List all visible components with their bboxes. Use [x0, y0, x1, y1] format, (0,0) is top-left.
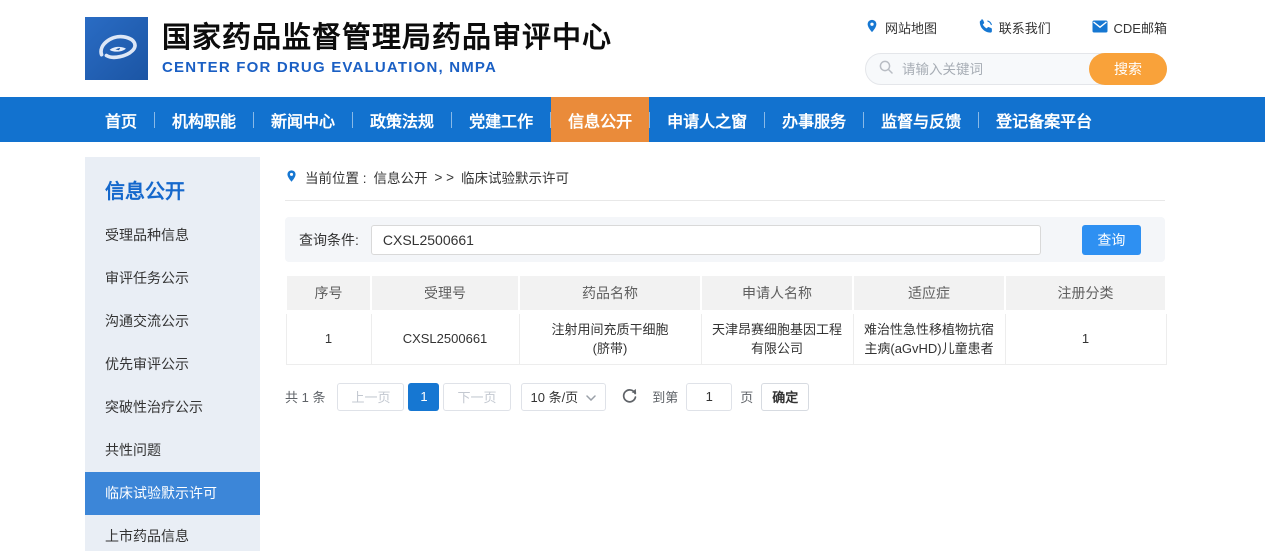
sidebar-item-clinical-trial-implied-license[interactable]: 临床试验默示许可 — [85, 472, 260, 515]
cde-logo[interactable]: 国家药品监督管理局药品审评中心 CENTER FOR DRUG EVALUATI… — [85, 17, 612, 80]
query-label: 查询条件: — [299, 230, 359, 250]
site-title: 国家药品监督管理局药品审评中心 — [162, 21, 612, 55]
refresh-button[interactable] — [621, 387, 638, 407]
cell-applicant: 天津昂赛细胞基因工程有限公司 — [701, 312, 853, 364]
goto-page-input[interactable] — [686, 383, 732, 411]
mailbox-link-label: CDE邮箱 — [1114, 18, 1167, 37]
cell-acceptance-no: CXSL2500661 — [371, 312, 519, 364]
nav-item-info-disclosure[interactable]: 信息公开 — [551, 97, 649, 142]
query-input[interactable] — [371, 225, 1041, 255]
query-panel: 查询条件: 查询 — [285, 217, 1165, 262]
cell-text: 难治性急性移植物抗宿主病(aGvHD)儿童患者 — [863, 320, 996, 358]
cell-text: 注射用间充质干细胞(脐带) — [549, 320, 671, 358]
cde-logo-mark-icon — [85, 17, 148, 80]
nav-item-party-building[interactable]: 党建工作 — [452, 97, 550, 142]
search-icon — [878, 59, 894, 80]
header-bar: 国家药品监督管理局药品审评中心 CENTER FOR DRUG EVALUATI… — [0, 0, 1265, 97]
results-table: 序号 受理号 药品名称 申请人名称 适应症 注册分类 1 CXSL2500661… — [285, 276, 1167, 365]
breadcrumb-separator: > > — [435, 170, 455, 185]
chevron-down-icon — [586, 389, 596, 404]
header-right: 网站地图 联系我们 CDE邮箱 搜索 — [865, 18, 1167, 85]
table-row: 1 CXSL2500661 注射用间充质干细胞(脐带) 天津昂赛细胞基因工程有限… — [286, 312, 1166, 364]
sidebar-item-accepted-varieties[interactable]: 受理品种信息 — [85, 214, 260, 257]
col-header-acceptance-no: 受理号 — [371, 276, 519, 312]
query-button[interactable]: 查询 — [1082, 225, 1141, 255]
goto-label: 到第 — [652, 387, 678, 406]
pagination: 共 1 条 上一页 1 下一页 10 条/页 到第 页 确定 — [285, 383, 1165, 411]
main-panel: 当前位置 : 信息公开 > > 临床试验默示许可 查询条件: 查询 序号 受理号… — [285, 157, 1165, 551]
site-search: 搜索 — [865, 53, 1167, 85]
main-nav: 首页 机构职能 新闻中心 政策法规 党建工作 信息公开 申请人之窗 办事服务 监… — [0, 97, 1265, 142]
sidebar-item-common-issues[interactable]: 共性问题 — [85, 429, 260, 472]
sidebar-item-review-tasks[interactable]: 审评任务公示 — [85, 257, 260, 300]
cell-text: 天津昂赛细胞基因工程有限公司 — [711, 320, 844, 358]
nav-item-registration-platform[interactable]: 登记备案平台 — [979, 97, 1109, 142]
nav-item-applicant-window[interactable]: 申请人之窗 — [650, 97, 764, 142]
phone-icon — [978, 19, 993, 37]
page-size-select[interactable]: 10 条/页 — [521, 383, 607, 411]
location-pin-icon — [865, 18, 879, 37]
col-header-drug-name: 药品名称 — [519, 276, 701, 312]
sidebar-title: 信息公开 — [85, 157, 260, 214]
sidebar-item-breakthrough-therapy[interactable]: 突破性治疗公示 — [85, 386, 260, 429]
total-count: 共 1 条 — [285, 387, 325, 406]
goto-suffix: 页 — [740, 387, 753, 406]
sidebar-item-priority-review[interactable]: 优先审评公示 — [85, 343, 260, 386]
nav-item-services[interactable]: 办事服务 — [765, 97, 863, 142]
nav-item-home[interactable]: 首页 — [88, 97, 154, 142]
nav-item-supervision-feedback[interactable]: 监督与反馈 — [864, 97, 978, 142]
breadcrumb: 当前位置 : 信息公开 > > 临床试验默示许可 — [285, 157, 1165, 201]
contact-link-label: 联系我们 — [999, 18, 1051, 37]
sidebar: 信息公开 受理品种信息 审评任务公示 沟通交流公示 优先审评公示 突破性治疗公示… — [85, 157, 260, 551]
breadcrumb-current: 临床试验默示许可 — [461, 167, 569, 187]
cell-seq: 1 — [286, 312, 371, 364]
cell-indication: 难治性急性移植物抗宿主病(aGvHD)儿童患者 — [853, 312, 1005, 364]
sidebar-item-communication[interactable]: 沟通交流公示 — [85, 300, 260, 343]
sitemap-link[interactable]: 网站地图 — [865, 18, 937, 37]
cell-text: 1 — [325, 329, 332, 348]
page-size-value: 10 条/页 — [531, 387, 579, 406]
col-header-indication: 适应症 — [853, 276, 1005, 312]
refresh-icon — [621, 387, 638, 407]
col-header-seq: 序号 — [286, 276, 371, 312]
content-area: 信息公开 受理品种信息 审评任务公示 沟通交流公示 优先审评公示 突破性治疗公示… — [0, 157, 1265, 551]
cell-text: CXSL2500661 — [403, 329, 488, 348]
nav-item-policies[interactable]: 政策法规 — [353, 97, 451, 142]
nav-item-functions[interactable]: 机构职能 — [155, 97, 253, 142]
brand-text: 国家药品监督管理局药品审评中心 CENTER FOR DRUG EVALUATI… — [162, 21, 612, 76]
table-header-row: 序号 受理号 药品名称 申请人名称 适应症 注册分类 — [286, 276, 1166, 312]
location-pin-icon — [285, 168, 298, 187]
sidebar-item-marketed-drugs[interactable]: 上市药品信息 — [85, 515, 260, 554]
mailbox-link[interactable]: CDE邮箱 — [1092, 18, 1167, 37]
envelope-icon — [1092, 20, 1108, 36]
quick-links: 网站地图 联系我们 CDE邮箱 — [865, 18, 1167, 37]
breadcrumb-prefix: 当前位置 : — [305, 167, 367, 187]
breadcrumb-section[interactable]: 信息公开 — [374, 167, 428, 187]
sitemap-link-label: 网站地图 — [885, 18, 937, 37]
nav-item-news[interactable]: 新闻中心 — [254, 97, 352, 142]
cell-drug-name: 注射用间充质干细胞(脐带) — [519, 312, 701, 364]
site-subtitle: CENTER FOR DRUG EVALUATION, NMPA — [162, 59, 612, 76]
contact-link[interactable]: 联系我们 — [978, 18, 1051, 37]
cell-registration-class: 1 — [1005, 312, 1166, 364]
prev-page-button[interactable]: 上一页 — [337, 383, 404, 411]
confirm-button[interactable]: 确定 — [761, 383, 809, 411]
col-header-applicant: 申请人名称 — [701, 276, 853, 312]
cell-text: 1 — [1082, 329, 1089, 348]
search-button[interactable]: 搜索 — [1089, 53, 1167, 85]
search-input[interactable] — [902, 62, 1082, 77]
page-number-button[interactable]: 1 — [408, 383, 439, 411]
next-page-button[interactable]: 下一页 — [443, 383, 510, 411]
col-header-registration-class: 注册分类 — [1005, 276, 1166, 312]
